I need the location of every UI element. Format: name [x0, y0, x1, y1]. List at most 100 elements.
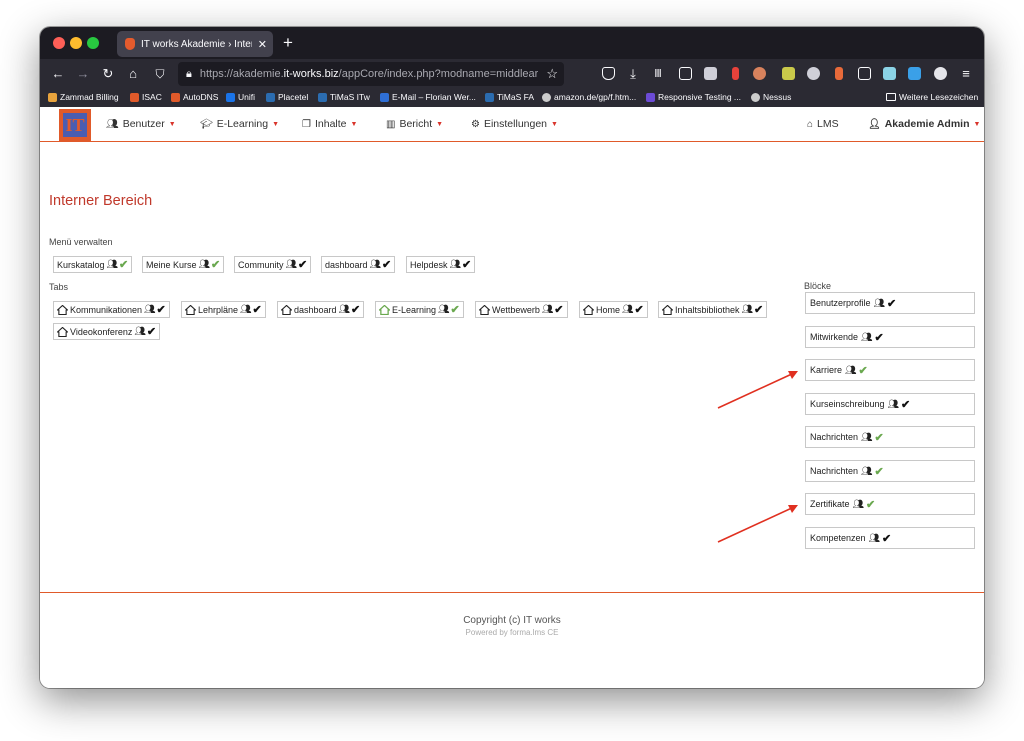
groups-icon[interactable]: 👥︎ — [240, 304, 251, 315]
tab-chip-e-learning[interactable]: E-Learning 👥︎ ✔ — [375, 301, 464, 318]
menu-e-learning[interactable]: 🎓︎ E-Learning ▼ — [200, 118, 279, 130]
close-window-button[interactable] — [53, 37, 65, 49]
groups-icon[interactable]: 👥︎ — [199, 259, 210, 270]
groups-icon[interactable]: 👥︎ — [339, 304, 350, 315]
bookmark-item[interactable]: Nessus — [751, 92, 791, 102]
menu-chip-dashboard[interactable]: dashboard 👥︎ ✔ — [321, 256, 396, 273]
groups-icon[interactable]: 👥︎ — [861, 432, 872, 443]
bookmark-item[interactable]: amazon.de/gp/f.htm... — [542, 92, 636, 102]
menu-bericht[interactable]: ▥ Bericht ▼ — [386, 118, 443, 130]
bookmark-star-icon[interactable]: ☆ — [546, 66, 558, 82]
groups-icon[interactable]: 👥︎ — [144, 304, 155, 315]
check-icon[interactable]: ✔ — [874, 465, 883, 478]
bookmark-item[interactable]: AutoDNS — [171, 92, 218, 102]
check-icon[interactable]: ✔ — [462, 258, 471, 271]
check-icon[interactable]: ✔ — [887, 297, 896, 310]
bookmark-item[interactable]: Placetel — [266, 92, 308, 102]
bookmark-item[interactable]: Unifi — [226, 92, 255, 102]
block-karriere[interactable]: Karriere 👥︎ ✔ — [805, 359, 975, 381]
check-icon[interactable]: ✔ — [554, 303, 563, 316]
groups-icon[interactable]: 👥︎ — [622, 304, 633, 315]
tab-chip-inhaltsbibliothek[interactable]: Inhaltsbibliothek 👥︎ ✔ — [658, 301, 768, 318]
groups-icon[interactable]: 👥︎ — [134, 326, 145, 337]
menu-benutzer[interactable]: 👥︎ Benutzer ▼ — [106, 118, 176, 130]
check-icon[interactable]: ✔ — [858, 364, 867, 377]
menu-admin-user[interactable]: 👤︎ Akademie Admin ▼ — [868, 118, 980, 130]
extension-cyan-icon[interactable] — [883, 67, 896, 80]
groups-icon[interactable]: 👥︎ — [542, 304, 553, 315]
account-icon[interactable] — [934, 67, 947, 80]
groups-icon[interactable]: 👥︎ — [107, 259, 118, 270]
check-icon[interactable]: ✔ — [252, 303, 261, 316]
bookmark-item[interactable]: TiMaS FA — [485, 92, 534, 102]
back-icon[interactable]: ← — [50, 66, 66, 82]
extension-n-icon[interactable] — [858, 67, 871, 80]
forward-icon[interactable]: → — [75, 66, 91, 82]
extension-orange-icon[interactable] — [753, 67, 766, 80]
block-zertifikate[interactable]: Zertifikate 👥︎ ✔ — [805, 493, 975, 515]
tab-chip-lehrplaene[interactable]: Lehrpläne 👥︎ ✔ — [181, 301, 266, 318]
other-bookmarks[interactable]: Weitere Lesezeichen — [886, 92, 978, 102]
tab-chip-wettbewerb[interactable]: Wettbewerb 👥︎ ✔ — [475, 301, 568, 318]
bookmark-item[interactable]: ISAC — [130, 92, 162, 102]
library-icon[interactable]: Ⅲ — [650, 66, 666, 82]
check-icon[interactable]: ✔ — [450, 303, 459, 316]
groups-icon[interactable]: 👥︎ — [742, 304, 753, 315]
groups-icon[interactable]: 👥︎ — [286, 259, 297, 270]
menu-chip-meine-kurse[interactable]: Meine Kurse 👥︎ ✔ — [142, 256, 225, 273]
check-icon[interactable]: ✔ — [901, 398, 910, 411]
extension-yellow-icon[interactable] — [782, 67, 795, 80]
groups-icon[interactable]: 👥︎ — [869, 533, 880, 544]
block-benutzerprofile[interactable]: Benutzerprofile 👥︎ ✔ — [805, 292, 975, 314]
browser-tab-active[interactable]: IT works Akademie › Interner Be ✕ — [117, 31, 273, 57]
groups-icon[interactable]: 👥︎ — [888, 399, 899, 410]
groups-icon[interactable]: 👥︎ — [853, 499, 864, 510]
block-kurseinschreibung[interactable]: Kurseinschreibung 👥︎ ✔ — [805, 393, 975, 415]
tab-chip-dashboard[interactable]: dashboard 👥︎ ✔ — [277, 301, 365, 318]
check-icon[interactable]: ✔ — [147, 325, 156, 338]
maximize-window-button[interactable] — [87, 37, 99, 49]
check-icon[interactable]: ✔ — [874, 431, 883, 444]
tracking-shield-icon[interactable]: ⛉ — [152, 66, 168, 82]
menu-einstellungen[interactable]: ⚙ Einstellungen ▼ — [471, 118, 558, 130]
extension-blue-icon[interactable] — [908, 67, 921, 80]
check-icon[interactable]: ✔ — [156, 303, 165, 316]
menu-inhalte[interactable]: ❐ Inhalte ▼ — [302, 118, 357, 130]
home-icon[interactable]: ⌂ — [125, 66, 141, 82]
tab-close-icon[interactable]: ✕ — [258, 38, 273, 51]
block-mitwirkende[interactable]: Mitwirkende 👥︎ ✔ — [805, 326, 975, 348]
menu-chip-community[interactable]: Community 👥︎ ✔ — [234, 256, 312, 273]
menu-chip-helpdesk[interactable]: Helpdesk 👥︎ ✔ — [406, 256, 476, 273]
extension-red-icon[interactable] — [732, 67, 739, 80]
groups-icon[interactable]: 👥︎ — [861, 332, 872, 343]
check-icon[interactable]: ✔ — [634, 303, 643, 316]
new-tab-button[interactable]: + — [283, 33, 293, 53]
extension-pen-icon[interactable] — [835, 67, 843, 80]
check-icon[interactable]: ✔ — [211, 258, 220, 271]
check-icon[interactable]: ✔ — [351, 303, 360, 316]
bookmark-item[interactable]: Zammad Billing — [48, 92, 119, 102]
menu-hamburger-icon[interactable]: ≡ — [958, 66, 974, 82]
groups-icon[interactable]: 👥︎ — [861, 466, 872, 477]
check-icon[interactable]: ✔ — [298, 258, 307, 271]
groups-icon[interactable]: 👥︎ — [845, 365, 856, 376]
reader-view-icon[interactable] — [679, 67, 692, 80]
footer-powered-by[interactable]: Powered by forma.lms CE — [40, 628, 984, 637]
groups-icon[interactable]: 👥︎ — [438, 304, 449, 315]
groups-icon[interactable]: 👥︎ — [370, 259, 381, 270]
reload-icon[interactable]: ↻ — [100, 66, 116, 82]
menu-lms[interactable]: ⌂ LMS — [807, 118, 839, 130]
check-icon[interactable]: ✔ — [754, 303, 763, 316]
bookmark-item[interactable]: E-Mail – Florian Wer... — [380, 92, 476, 102]
downloads-icon[interactable]: ⤓ — [625, 66, 641, 82]
bookmark-item[interactable]: TiMaS ITw — [318, 92, 370, 102]
pocket-icon[interactable] — [602, 67, 615, 80]
block-nachrichten[interactable]: Nachrichten 👥︎ ✔ — [805, 460, 975, 482]
url-bar[interactable]: 🔒︎ https://akademie.it-works.biz/appCore… — [178, 62, 564, 86]
site-logo[interactable]: IT — [59, 109, 91, 141]
check-icon[interactable]: ✔ — [382, 258, 391, 271]
tab-chip-home[interactable]: Home 👥︎ ✔ — [579, 301, 648, 318]
groups-icon[interactable]: 👥︎ — [450, 259, 461, 270]
check-icon[interactable]: ✔ — [119, 258, 128, 271]
extension-shield-icon[interactable] — [704, 67, 717, 80]
